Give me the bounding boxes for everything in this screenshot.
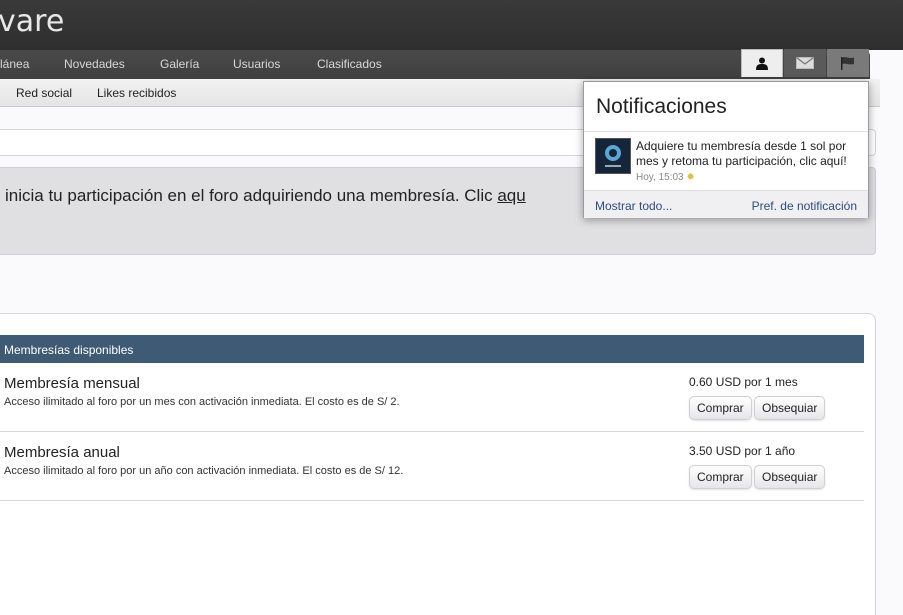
- alert-sun-icon: ✹: [686, 172, 695, 183]
- subnav-red-social[interactable]: Red social: [16, 86, 72, 100]
- buy-annual-button[interactable]: Comprar: [689, 465, 752, 489]
- plan-name: Membresía mensual: [4, 375, 140, 392]
- show-all-link[interactable]: Mostrar todo...: [595, 199, 672, 213]
- buy-monthly-button[interactable]: Comprar: [689, 396, 752, 420]
- notice-text: inicia tu participación en el foro adqui…: [5, 186, 526, 206]
- nav-tab-usuarios[interactable]: Usuarios: [233, 57, 280, 71]
- membership-row-monthly: Membresía mensual Acceso ilimitado al fo…: [0, 363, 864, 432]
- divider: [584, 131, 868, 132]
- gift-monthly-button[interactable]: Obsequiar: [754, 396, 826, 420]
- plan-price: 3.50 USD por 1 año: [689, 444, 796, 458]
- nav-tab-novedades[interactable]: Novedades: [64, 57, 125, 71]
- nav-tab-galeria[interactable]: Galería: [160, 57, 199, 71]
- subnav-likes-recibidos[interactable]: Likes recibidos: [97, 86, 176, 100]
- messages-button[interactable]: [784, 49, 826, 77]
- plan-price: 0.60 USD por 1 mes: [689, 375, 798, 389]
- notification-timestamp: Hoy, 15:03: [636, 172, 684, 183]
- notice-link[interactable]: aqu: [497, 186, 525, 205]
- notification-prefs-link[interactable]: Pref. de notificación: [752, 199, 857, 213]
- site-header: vare: [0, 0, 903, 50]
- alerts-button[interactable]: [827, 49, 869, 77]
- membership-row-annual: Membresía anual Acceso ilimitado al foro…: [0, 432, 864, 501]
- notifications-footer: Mostrar todo... Pref. de notificación: [584, 190, 868, 218]
- plan-name: Membresía anual: [4, 444, 120, 461]
- notification-text[interactable]: Adquiere tu membresía desde 1 sol por me…: [636, 139, 866, 169]
- membership-table-header: Membresías disponibles: [0, 335, 864, 363]
- notice-message: inicia tu participación en el foro adqui…: [5, 186, 498, 205]
- notification-time: Hoy, 15:03 ✹: [636, 172, 695, 183]
- notification-avatar[interactable]: [595, 138, 631, 174]
- nav-tab-miscelanea[interactable]: lánea: [0, 57, 29, 71]
- user-menu-button[interactable]: [741, 49, 783, 77]
- plan-description: Acceso ilimitado al foro por un mes con …: [4, 396, 400, 408]
- main-nav: lánea Novedades Galería Usuarios Clasifi…: [0, 50, 870, 79]
- site-logo[interactable]: vare: [0, 4, 64, 39]
- notifications-popup: Notificaciones Adquiere tu membresía des…: [583, 81, 869, 218]
- user-icon: [756, 57, 768, 70]
- nav-tab-clasificados[interactable]: Clasificados: [317, 57, 382, 71]
- notifications-title: Notificaciones: [596, 95, 727, 118]
- flag-icon: [841, 57, 854, 70]
- site-avatar-icon: [605, 145, 621, 167]
- mail-icon: [796, 57, 814, 69]
- plan-description: Acceso ilimitado al foro por un año con …: [4, 465, 404, 477]
- gift-annual-button[interactable]: Obsequiar: [754, 465, 826, 489]
